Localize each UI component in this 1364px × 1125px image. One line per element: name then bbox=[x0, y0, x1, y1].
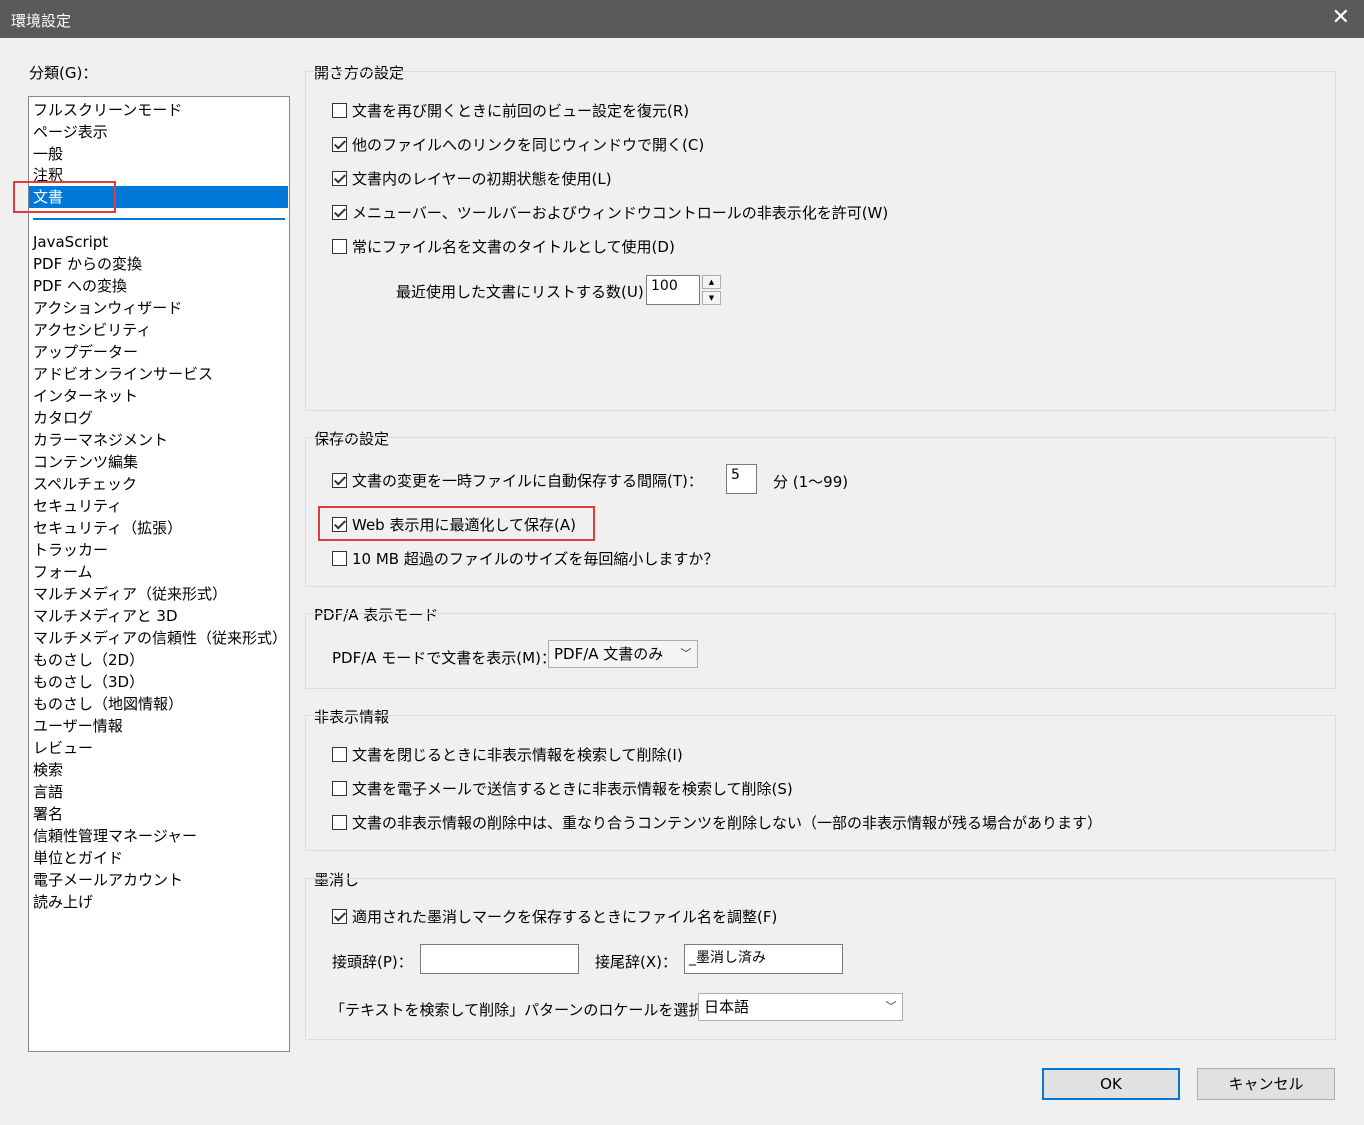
category-list[interactable]: フルスクリーンモード ページ表示 一般 注釈 文書 JavaScript PDF… bbox=[28, 96, 290, 1052]
adjust-filename-checkbox[interactable] bbox=[332, 908, 347, 924]
reduce-size-label: 10 MB 超過のファイルのサイズを毎回縮小しますか？ bbox=[352, 549, 719, 568]
keep-overlap-label: 文書の非表示情報の削除中は、重なり合うコンテンツを削除しない（一部の非表示情報が… bbox=[352, 813, 1103, 832]
category-item-measuring-3d[interactable]: ものさし（3D） bbox=[33, 671, 144, 693]
category-item-search[interactable]: 検索 bbox=[33, 759, 63, 781]
category-item-fullscreen[interactable]: フルスクリーンモード bbox=[33, 99, 182, 121]
category-item-units-guides[interactable]: 単位とガイド bbox=[33, 847, 123, 869]
locale-select[interactable]: 日本語 ﹀ bbox=[698, 993, 903, 1021]
category-item-documents[interactable]: 文書 bbox=[29, 186, 288, 208]
checkbox-row-filename-title[interactable]: 常にファイル名を文書のタイトルとして使用(D) bbox=[332, 235, 675, 257]
category-item-internet[interactable]: インターネット bbox=[33, 385, 138, 407]
checkbox-row-reduce-size[interactable]: 10 MB 超過のファイルのサイズを毎回縮小しますか？ bbox=[332, 547, 718, 569]
category-item-trust-manager[interactable]: 信頼性管理マネージャー bbox=[33, 825, 197, 847]
category-item-multimedia-3d[interactable]: マルチメディアと 3D bbox=[33, 605, 178, 627]
spin-down-icon[interactable]: ▼ bbox=[702, 291, 721, 305]
suffix-label: 接尾辞(X)： bbox=[595, 953, 677, 971]
layer-state-label: 文書内のレイヤーの初期状態を使用(L) bbox=[352, 169, 612, 188]
checkbox-row-hide-menubar[interactable]: メニューバー、ツールバーおよびウィンドウコントロールの非表示化を許可(W) bbox=[332, 201, 888, 223]
category-item-language[interactable]: 言語 bbox=[33, 781, 63, 803]
checkbox-row-layer-state[interactable]: 文書内のレイヤーの初期状態を使用(L) bbox=[332, 167, 612, 189]
checkbox-row-same-window[interactable]: 他のファイルへのリンクを同じウィンドウで開く(C) bbox=[332, 133, 704, 155]
checkbox-row-web-optimize[interactable]: Web 表示用に最適化して保存(A) bbox=[332, 513, 576, 535]
checkbox-row-remove-on-email[interactable]: 文書を電子メールで送信するときに非表示情報を検索して削除(S) bbox=[332, 777, 793, 799]
hide-menubar-label: メニューバー、ツールバーおよびウィンドウコントロールの非表示化を許可(W) bbox=[352, 203, 889, 222]
checkbox-row-keep-overlap[interactable]: 文書の非表示情報の削除中は、重なり合うコンテンツを削除しない（一部の非表示情報が… bbox=[332, 811, 1102, 833]
category-item-spelling[interactable]: スペルチェック bbox=[33, 473, 137, 495]
layer-state-checkbox[interactable] bbox=[332, 170, 347, 186]
web-optimize-label: Web 表示用に最適化して保存(A) bbox=[352, 515, 576, 534]
locale-value: 日本語 bbox=[704, 998, 750, 1016]
checkbox-row-remove-on-close[interactable]: 文書を閉じるときに非表示情報を検索して削除(I) bbox=[332, 743, 683, 765]
category-item-signatures[interactable]: 署名 bbox=[33, 803, 63, 825]
autosave-checkbox[interactable] bbox=[332, 472, 347, 488]
remove-on-email-checkbox[interactable] bbox=[332, 780, 347, 796]
category-item-javascript[interactable]: JavaScript bbox=[33, 231, 108, 253]
category-item-color-management[interactable]: カラーマネジメント bbox=[33, 429, 168, 451]
recent-docs-input[interactable]: 100 bbox=[646, 275, 700, 305]
category-item-security-enhanced[interactable]: セキュリティ（拡張） bbox=[33, 517, 182, 539]
close-icon[interactable]: ✕ bbox=[1332, 6, 1350, 30]
category-item-review[interactable]: レビュー bbox=[33, 737, 93, 759]
category-item-general[interactable]: 一般 bbox=[33, 143, 63, 165]
category-item-tracker[interactable]: トラッカー bbox=[33, 539, 108, 561]
category-item-multimedia-trust[interactable]: マルチメディアの信頼性（従来形式） bbox=[33, 627, 287, 649]
autosave-interval-input[interactable]: 5 bbox=[726, 464, 757, 494]
category-separator bbox=[33, 218, 285, 220]
autosave-unit-label: 分 (1〜99) bbox=[773, 473, 849, 491]
autosave-label: 文書の変更を一時ファイルに自動保存する間隔(T)： bbox=[352, 471, 703, 490]
category-item-page-display[interactable]: ページ表示 bbox=[33, 121, 108, 143]
pdfa-mode-value: PDF/A 文書のみ bbox=[554, 645, 664, 663]
same-window-checkbox[interactable] bbox=[332, 136, 347, 152]
adjust-filename-label: 適用された墨消しマークを保存するときにファイル名を調整(F) bbox=[352, 907, 778, 926]
category-item-accessibility[interactable]: アクセシビリティ bbox=[33, 319, 151, 341]
restore-view-label: 文書を再び開くときに前回のビュー設定を復元(R) bbox=[352, 101, 690, 120]
category-item-action-wizard[interactable]: アクションウィザード bbox=[33, 297, 182, 319]
restore-view-checkbox[interactable] bbox=[332, 102, 347, 118]
category-item-catalog[interactable]: カタログ bbox=[33, 407, 93, 429]
checkbox-row-restore-view[interactable]: 文書を再び開くときに前回のビュー設定を復元(R) bbox=[332, 99, 689, 121]
filename-title-checkbox[interactable] bbox=[332, 238, 347, 254]
reduce-size-checkbox[interactable] bbox=[332, 550, 347, 566]
category-item-identity[interactable]: ユーザー情報 bbox=[33, 715, 123, 737]
chevron-down-icon[interactable]: ﹀ bbox=[675, 641, 697, 667]
category-item-measuring-geo[interactable]: ものさし（地図情報） bbox=[33, 693, 183, 715]
recent-docs-label: 最近使用した文書にリストする数(U)： bbox=[396, 283, 659, 301]
category-item-adobe-online-services[interactable]: アドビオンラインサービス bbox=[33, 363, 213, 385]
pdfa-mode-label: PDF/A モードで文書を表示(M)： bbox=[332, 649, 556, 667]
chevron-down-icon[interactable]: ﹀ bbox=[880, 994, 902, 1020]
category-label: 分類(G)： bbox=[29, 64, 98, 82]
category-item-security[interactable]: セキュリティ bbox=[33, 495, 122, 517]
remove-on-close-label: 文書を閉じるときに非表示情報を検索して削除(I) bbox=[352, 745, 683, 764]
category-item-email-accounts[interactable]: 電子メールアカウント bbox=[33, 869, 183, 891]
hide-menubar-checkbox[interactable] bbox=[332, 204, 347, 220]
locale-label: 「テキストを検索して削除」パターンのロケールを選択(H)： bbox=[330, 1001, 742, 1019]
prefix-input[interactable] bbox=[420, 944, 579, 974]
remove-on-close-checkbox[interactable] bbox=[332, 746, 347, 762]
checkbox-row-adjust-filename[interactable]: 適用された墨消しマークを保存するときにファイル名を調整(F) bbox=[332, 905, 777, 927]
cancel-button[interactable]: キャンセル bbox=[1197, 1068, 1335, 1100]
keep-overlap-checkbox[interactable] bbox=[332, 814, 347, 830]
category-item-comments[interactable]: 注釈 bbox=[33, 164, 63, 186]
category-item-multimedia-legacy[interactable]: マルチメディア（従来形式） bbox=[33, 583, 227, 605]
pdfa-mode-select[interactable]: PDF/A 文書のみ ﹀ bbox=[548, 640, 698, 668]
checkbox-row-autosave[interactable]: 文書の変更を一時ファイルに自動保存する間隔(T)： bbox=[332, 469, 703, 491]
prefix-label: 接頭辞(P)： bbox=[332, 953, 413, 971]
ok-button[interactable]: OK bbox=[1042, 1068, 1180, 1100]
recent-docs-spinner[interactable]: ▲ ▼ bbox=[702, 275, 721, 305]
spin-up-icon[interactable]: ▲ bbox=[702, 275, 721, 289]
title-bar: 環境設定 ✕ bbox=[0, 0, 1364, 38]
category-item-read-out-loud[interactable]: 読み上げ bbox=[33, 891, 93, 913]
category-item-measuring-2d[interactable]: ものさし（2D） bbox=[33, 649, 144, 671]
category-item-forms[interactable]: フォーム bbox=[33, 561, 93, 583]
category-item-convert-to-pdf[interactable]: PDF への変換 bbox=[33, 275, 127, 297]
web-optimize-checkbox[interactable] bbox=[332, 516, 347, 532]
suffix-input[interactable]: _墨消し済み bbox=[684, 944, 843, 974]
filename-title-label: 常にファイル名を文書のタイトルとして使用(D) bbox=[352, 237, 675, 256]
category-item-updater[interactable]: アップデーター bbox=[33, 341, 138, 363]
window-title: 環境設定 bbox=[11, 12, 72, 30]
category-item-content-editing[interactable]: コンテンツ編集 bbox=[33, 451, 138, 473]
remove-on-email-label: 文書を電子メールで送信するときに非表示情報を検索して削除(S) bbox=[352, 779, 793, 798]
same-window-label: 他のファイルへのリンクを同じウィンドウで開く(C) bbox=[352, 135, 705, 154]
category-item-convert-from-pdf[interactable]: PDF からの変換 bbox=[33, 253, 142, 275]
